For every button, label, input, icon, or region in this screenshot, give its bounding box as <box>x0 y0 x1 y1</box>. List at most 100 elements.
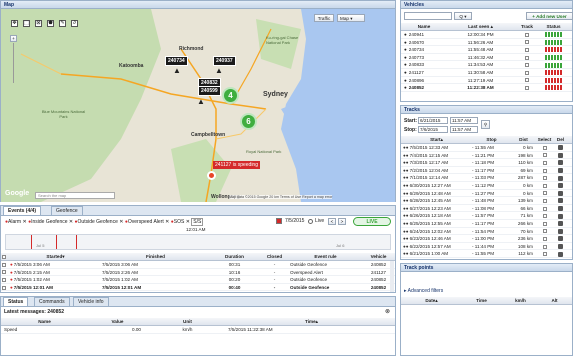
col-select[interactable]: Select <box>535 136 553 143</box>
filter-inside-geofence[interactable]: Inside Geofence <box>31 219 67 225</box>
vehicle-row[interactable]: ● 240941 12:00:34 PM <box>401 31 572 39</box>
col-vehicle[interactable]: Vehicle <box>361 253 395 260</box>
track-select-checkbox[interactable] <box>542 206 547 211</box>
track-checkbox[interactable] <box>525 78 529 83</box>
col-date[interactable]: Date▴ <box>401 297 461 304</box>
track-select-checkbox[interactable] <box>542 236 547 241</box>
track-checkbox[interactable] <box>525 55 529 60</box>
zoom-slider[interactable] <box>13 43 14 83</box>
next-button[interactable]: > <box>338 218 346 225</box>
zoom-in-button[interactable]: + <box>10 35 17 42</box>
event-row[interactable]: ●7/5/2015 3:06 AM 7/5/2015 3:06 AM 00:31- O… <box>1 261 395 269</box>
track-checkbox[interactable] <box>525 63 529 68</box>
track-row[interactable]: ●●6/27/2015 12:23 AM - 11:08 PM 66 km <box>401 205 572 213</box>
alert-location-icon[interactable] <box>207 171 216 180</box>
track-row[interactable]: ●●6/26/2015 12:18 AM - 11:57 PM 71 km <box>401 212 572 220</box>
map-search-input[interactable]: Search the map <box>35 192 115 199</box>
track-select-checkbox[interactable] <box>542 229 547 234</box>
track-row[interactable]: ●●6/24/2015 12:02 AM - 11:54 PM 70 km <box>401 228 572 236</box>
track-row[interactable]: ●●6/28/2015 12:45 AM - 11:48 PM 139 km <box>401 197 572 205</box>
vehicle-marker-240937[interactable]: 240937 <box>213 56 236 66</box>
track-row[interactable]: ●●6/29/2015 12:48 AM - 11:27 PM 0 km <box>401 190 572 198</box>
track-row[interactable]: ●●6/30/2015 12:27 AM - 11:12 PM 0 km <box>401 182 572 190</box>
col-closed[interactable]: Closed <box>259 253 289 260</box>
vehicle-row[interactable]: ● 240852 11:22:38 AM <box>401 84 572 92</box>
remove-filter-icon[interactable]: ✕ <box>22 219 26 225</box>
search-dropdown-button[interactable]: Q ▾ <box>454 12 472 20</box>
col-unit[interactable]: Unit <box>147 318 227 325</box>
vehicle-search-input[interactable] <box>404 12 452 20</box>
ruler-tool-icon[interactable]: ⊠ <box>35 20 42 27</box>
pencil-tool-icon[interactable]: ✎ <box>59 20 66 27</box>
remove-filter-icon[interactable]: ✕ <box>165 219 169 225</box>
live-toggle[interactable]: LIVE <box>353 217 391 226</box>
timeline-track[interactable]: Jul 5 Jul 6 <box>5 234 391 250</box>
traffic-button[interactable]: Traffic <box>314 14 334 22</box>
delete-icon[interactable] <box>558 190 563 196</box>
delete-icon[interactable] <box>558 244 563 249</box>
vehicle-row[interactable]: ● 240734 11:55:48 AM <box>401 46 572 54</box>
col-name[interactable]: Name <box>1 318 87 325</box>
track-select-checkbox[interactable] <box>542 176 547 181</box>
delete-icon[interactable] <box>558 160 563 166</box>
delete-icon[interactable] <box>558 145 563 151</box>
filter-overspeed[interactable]: Overspeed Alert <box>128 219 164 225</box>
track-select-checkbox[interactable] <box>542 191 547 196</box>
advanced-filters-link[interactable]: ▸ Advanced filters <box>404 288 443 294</box>
track-select-checkbox[interactable] <box>542 198 547 203</box>
filter-outside-geofence[interactable]: Outside Geofence <box>78 219 118 225</box>
events-scrollbar[interactable] <box>390 261 394 292</box>
map-type-select[interactable]: Map ▾ <box>337 14 365 22</box>
add-new-user-button[interactable]: + Add new User <box>526 12 573 20</box>
cluster-marker[interactable]: 4 <box>222 87 239 104</box>
event-row[interactable]: ●7/5/2015 2:15 AM 7/5/2015 2:26 AM 10:16- O… <box>1 269 395 277</box>
col-time[interactable]: Time▴ <box>227 318 395 325</box>
calendar-icon[interactable] <box>276 218 282 224</box>
col-time[interactable]: Time <box>461 297 501 304</box>
track-select-checkbox[interactable] <box>542 153 547 158</box>
delete-icon[interactable] <box>558 236 563 242</box>
track-select-checkbox[interactable] <box>542 145 547 150</box>
col-duration[interactable]: Duration <box>209 253 259 260</box>
delete-icon[interactable] <box>558 198 563 204</box>
stop-date-field[interactable]: 7/6/2015 <box>418 126 448 133</box>
track-checkbox[interactable] <box>525 85 529 90</box>
map-canvas[interactable]: ✥ ⬚ ⊠ ⬟ ✎ ∂ + Traffic Map ▾ Katoomba Ric… <box>1 9 395 202</box>
col-last-seen[interactable]: Last seen ▴ <box>446 23 514 30</box>
track-select-checkbox[interactable] <box>542 160 547 165</box>
event-checkbox[interactable] <box>2 270 6 275</box>
live-radio[interactable] <box>308 219 313 224</box>
delete-icon[interactable] <box>558 251 563 257</box>
remove-filter-icon[interactable]: ✕ <box>119 219 123 225</box>
vehicle-row[interactable]: ● 241127 11:30:58 AM <box>401 69 572 77</box>
vehicle-row[interactable]: ● 240773 11:46:32 AM <box>401 54 572 62</box>
track-checkbox[interactable] <box>525 70 529 75</box>
tab-commands[interactable]: Commands <box>34 297 70 306</box>
track-row[interactable]: ●●6/23/2015 12:46 AM - 11:00 PM 236 km <box>401 235 572 243</box>
tab-events[interactable]: Events (4/4) <box>3 206 42 215</box>
start-date-field[interactable]: 6/21/2015 <box>418 117 448 124</box>
delete-icon[interactable] <box>558 183 563 189</box>
track-select-checkbox[interactable] <box>542 252 547 257</box>
track-select-checkbox[interactable] <box>542 214 547 219</box>
vehicle-row[interactable]: ● 240670 11:56:26 AM <box>401 39 572 47</box>
select-all-checkbox[interactable] <box>2 254 6 259</box>
track-select-checkbox[interactable] <box>542 183 547 188</box>
track-row[interactable]: ●●6/21/2015 1:00 AM - 11:55 PM 112 km <box>401 250 572 258</box>
delete-icon[interactable] <box>558 152 563 158</box>
col-start[interactable]: Start▴ <box>401 136 471 143</box>
col-stop[interactable]: Stop <box>471 136 511 143</box>
track-row[interactable]: ●●7/4/2015 12:15 AM - 11:21 PM 198 km <box>401 152 572 160</box>
filter-alarm[interactable]: Alarm <box>8 219 21 225</box>
col-vehicle-name[interactable]: Name <box>401 23 446 30</box>
event-checkbox[interactable] <box>2 277 6 282</box>
delete-icon[interactable] <box>558 168 563 174</box>
col-started[interactable]: Started▾ <box>9 253 101 260</box>
filter-sos[interactable]: SOS <box>174 219 185 225</box>
select-tool-icon[interactable]: ⬚ <box>23 20 30 27</box>
event-row[interactable]: ●7/5/2015 12:01 AM 7/5/2015 12:01 AM 00:40… <box>1 284 395 292</box>
pan-tool-icon[interactable]: ✥ <box>11 20 18 27</box>
col-status[interactable]: Status <box>539 23 567 30</box>
stop-time-field[interactable]: 11:57 AM <box>450 126 478 133</box>
delete-icon[interactable] <box>558 206 563 212</box>
